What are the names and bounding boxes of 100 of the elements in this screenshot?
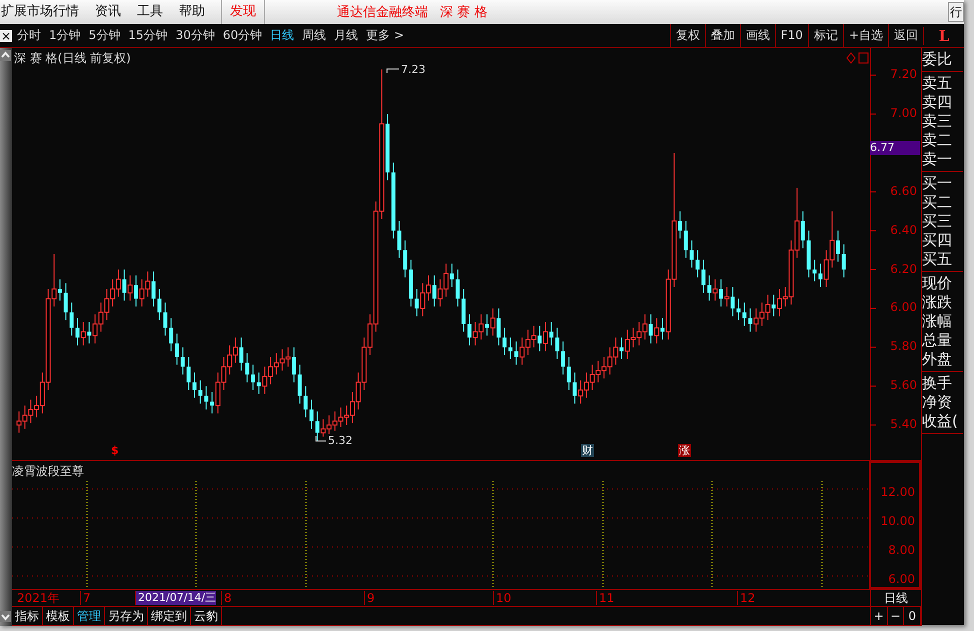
bottom-tab[interactable]: 管理 [74,607,105,625]
event-marker[interactable]: $ [110,444,120,457]
quote-label: 委比 [922,50,953,69]
corner-button[interactable]: 行 [948,2,964,22]
bottom-tab[interactable]: 云豹 [191,607,222,625]
bottom-tab[interactable]: 模板 [43,607,74,625]
date-label: 7 [80,591,91,605]
event-marker[interactable]: 财 [581,444,594,457]
quote-label: 卖三 [922,112,953,131]
period-tab[interactable]: 日线 [270,27,294,44]
quote-label: 卖五 [922,74,953,93]
quote-label: 买一 [922,174,953,193]
candlestick [502,327,507,356]
candlestick [660,318,664,340]
candlestick [251,364,255,391]
period-tab[interactable]: 5分钟 [88,27,120,44]
bottom-tab[interactable]: 另存为 [105,607,148,625]
toolbar-button[interactable]: 画线 [740,24,775,47]
candlestick [496,308,501,346]
menu-item[interactable]: 工具 [129,0,171,24]
chart-title: 深 赛 格(日线 前复权) [14,50,131,67]
candlestick [80,322,86,346]
period-tab[interactable]: 30分钟 [176,27,215,44]
toolbar-button[interactable]: 复权 [670,24,705,47]
quote-label: 净资 [922,393,953,412]
candlestick [210,391,214,414]
scroll-down-icon[interactable] [0,611,11,622]
date-label: 8 [221,591,232,605]
quote-label: 买三 [922,212,953,231]
date-label: 9 [364,591,375,605]
candlestick [549,322,554,346]
candlestick [450,263,454,288]
toolbar-button[interactable]: +自选 [842,24,888,47]
leader-line [315,435,327,442]
bottom-tab[interactable]: 绑定到 [148,607,191,625]
toolbar-button[interactable]: F10 [774,24,808,47]
candlestick [292,346,296,383]
scrollbar[interactable] [0,48,12,626]
candlestick [128,274,133,302]
toolbar-button[interactable]: 叠加 [704,24,740,47]
candlestick [397,220,402,258]
period-tab[interactable]: 月线 [334,27,358,44]
zoom-button[interactable]: 0 [904,607,922,625]
candlestick [456,269,460,307]
high-price-label: 7.23 [401,63,426,76]
scroll-up-icon[interactable] [0,50,11,61]
indicator-tick: 6.00 [888,572,915,586]
period-tab[interactable]: 1分钟 [49,27,81,44]
date-label: 2021年 [16,591,60,605]
zoom-button[interactable]: − [888,607,904,625]
candlestick [818,263,822,288]
candlestick [432,274,436,307]
candlestick [730,286,735,317]
candlestick [58,278,62,302]
candlestick [736,298,741,321]
candlestick [64,282,68,321]
date-label: 10 [493,591,512,605]
menu-item[interactable]: 帮助 [171,0,213,24]
candlestick [724,286,730,307]
period-label: 日线 [870,590,921,606]
quote-label: 卖二 [922,131,953,150]
price-tick: 7.20 [890,67,917,82]
low-price-label: 5.32 [328,434,352,447]
candlestick [707,274,712,302]
period-tab[interactable]: 60分钟 [222,27,262,44]
quote-label: 涨幅 [922,312,953,331]
close-button[interactable]: × [0,30,12,42]
toolbar-button[interactable]: 返回 [888,24,923,47]
price-tick: 6.60 [890,184,917,198]
candlestick [467,314,472,346]
period-tab[interactable]: 更多 > [366,27,404,44]
menu-item[interactable]: 扩展市场行情 [0,0,87,24]
date-label: 11 [596,591,614,605]
candlestick [70,302,74,336]
candlestick [403,240,408,278]
period-tab[interactable]: 周线 [302,27,326,44]
candlestick [555,327,560,360]
period-tab[interactable]: 15分钟 [128,27,168,44]
candlestick [508,337,512,360]
candlestick [572,372,577,404]
candlestick [180,346,185,375]
date-label: 12 [737,591,756,605]
bottom-tab[interactable]: 指标 [12,607,43,625]
candlestick [543,322,548,352]
candlestick [690,240,694,268]
menu-item[interactable]: 资讯 [87,0,129,24]
menu-item[interactable]: 发现 [221,0,265,24]
indicator-title: 凌霄波段至尊 [12,463,84,480]
candlestick [678,210,682,239]
candlestick [245,352,250,383]
event-marker[interactable]: 涨 [678,444,691,457]
candlestick [310,399,314,430]
candlestick [315,410,320,442]
chart-options-icon[interactable] [846,52,870,64]
quote-label: 总量 [922,331,953,350]
price-tick: 6.40 [890,222,917,237]
zoom-button[interactable]: + [871,607,888,625]
toolbar-button[interactable]: 标记 [808,24,843,47]
app-title: 通达信金融终端 [337,4,428,21]
period-tab[interactable]: 分时 [17,27,41,44]
